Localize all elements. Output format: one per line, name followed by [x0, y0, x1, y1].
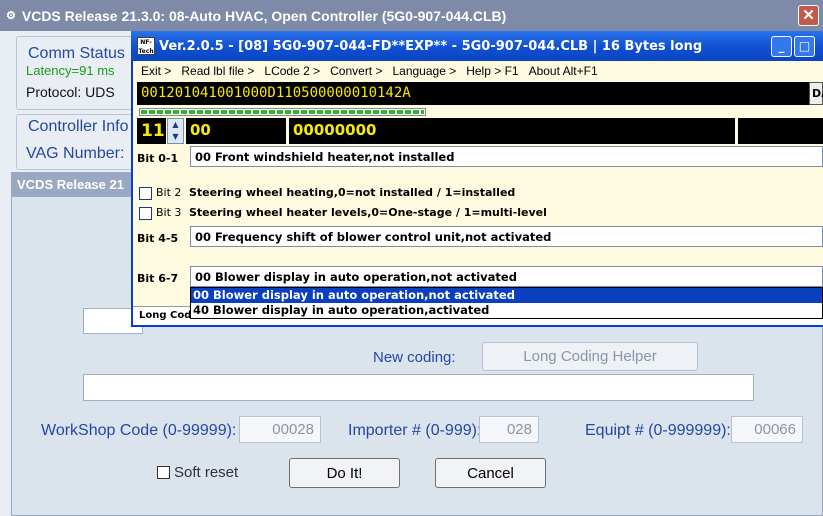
dropdown-option-selected[interactable]: 00 Blower display in auto operation,not …: [191, 288, 822, 303]
vcds-app-icon: ⚙: [6, 10, 16, 22]
byte-number: 11: [137, 118, 166, 144]
outer-title-bar: ⚙ VCDS Release 21.3.0: 08-Auto HVAC, Ope…: [0, 0, 823, 31]
coding-hex-display[interactable]: 001201041001000D110500000010142A: [137, 82, 809, 105]
byte-spinner[interactable]: ▲ ▼: [167, 118, 184, 144]
helper-title-bar: NF-Tech Ver.2.0.5 - [08] 5G0-907-044-FD*…: [131, 31, 823, 61]
long-coding-helper-button[interactable]: Long Coding Helper: [482, 342, 698, 371]
menu-help[interactable]: Help > F1: [466, 64, 518, 78]
status-strip-text: Long Cod: [139, 310, 192, 321]
long-coding-window-title: VCDS Release 21: [11, 172, 136, 197]
bit67-dropdown-list: 00 Blower display in auto operation,not …: [190, 287, 823, 319]
bit01-combo[interactable]: 00 Front windshield heater,not installed: [190, 146, 823, 167]
bit2-label: Bit 2: [156, 186, 182, 199]
vag-number-label: VAG Number:: [26, 145, 125, 162]
dropdown-option[interactable]: 40 Blower display in auto operation,acti…: [191, 303, 822, 318]
bit3-description: Steering wheel heater levels,0=One-stage…: [189, 206, 547, 219]
spinner-down-icon[interactable]: ▼: [168, 131, 183, 143]
helper-minimize-button[interactable]: _: [771, 36, 792, 57]
equipment-field[interactable]: 00066: [731, 416, 803, 443]
helper-window-title: Ver.2.0.5 - [08] 5G0-907-044-FD**EXP** -…: [159, 38, 703, 54]
menu-about[interactable]: About Alt+F1: [529, 64, 598, 78]
outer-window-title: VCDS Release 21.3.0: 08-Auto HVAC, Open …: [21, 7, 507, 24]
menu-read-lbl-file[interactable]: Read lbl file >: [181, 64, 254, 78]
workshop-code-field[interactable]: 00028: [239, 416, 321, 443]
outer-close-button[interactable]: ✕: [798, 5, 819, 26]
byte-extra-field: [738, 118, 823, 144]
bit3-checkbox[interactable]: [139, 207, 152, 220]
bit45-label: Bit 4-5: [137, 232, 179, 245]
soft-reset-label: Soft reset: [174, 464, 239, 481]
byte-hex-field[interactable]: 00: [186, 118, 286, 144]
bit2-checkbox[interactable]: [139, 187, 152, 200]
controller-info-heading: Controller Info: [28, 118, 129, 135]
workshop-code-label: WorkShop Code (0-99999):: [41, 422, 237, 439]
equipment-label: Equipt # (0-999999):: [585, 422, 731, 439]
helper-maximize-button[interactable]: □: [794, 36, 815, 57]
protocol-text: Protocol: UDS: [26, 84, 115, 100]
spinner-up-icon[interactable]: ▲: [168, 119, 183, 131]
latency-text: Latency=91 ms: [26, 63, 115, 78]
cancel-button[interactable]: Cancel: [435, 458, 546, 488]
menu-language[interactable]: Language >: [392, 64, 456, 78]
bit01-label: Bit 0-1: [137, 152, 179, 165]
nftech-logo-icon: NF-Tech: [137, 37, 155, 55]
menu-exit[interactable]: Exit >: [141, 64, 171, 78]
importer-field[interactable]: 028: [479, 416, 539, 443]
importer-label: Importer # (0-999):: [348, 422, 482, 439]
new-coding-input[interactable]: [83, 374, 754, 401]
byte-binary-field[interactable]: 00000000: [289, 118, 735, 144]
helper-menu-bar: Exit > Read lbl file > LCode 2 > Convert…: [133, 61, 823, 81]
menu-convert[interactable]: Convert >: [330, 64, 382, 78]
menu-lcode2[interactable]: LCode 2 >: [264, 64, 320, 78]
bit3-label: Bit 3: [156, 206, 182, 219]
bit45-combo[interactable]: 00 Frequency shift of blower control uni…: [190, 226, 823, 247]
byte-position-bar: [139, 108, 426, 116]
new-coding-label: New coding:: [373, 349, 456, 366]
bit2-description: Steering wheel heating,0=not installed /…: [189, 186, 516, 199]
screen-root: { "outer_window": { "title": "VCDS Relea…: [0, 0, 823, 516]
do-it-button[interactable]: Do It!: [289, 458, 400, 488]
bit67-label: Bit 6-7: [137, 272, 179, 285]
comm-status-heading: Comm Status: [28, 45, 125, 62]
da-button[interactable]: DA: [809, 82, 823, 105]
soft-reset-checkbox[interactable]: [157, 466, 170, 479]
bit67-combo[interactable]: 00 Blower display in auto operation,not …: [190, 266, 823, 287]
